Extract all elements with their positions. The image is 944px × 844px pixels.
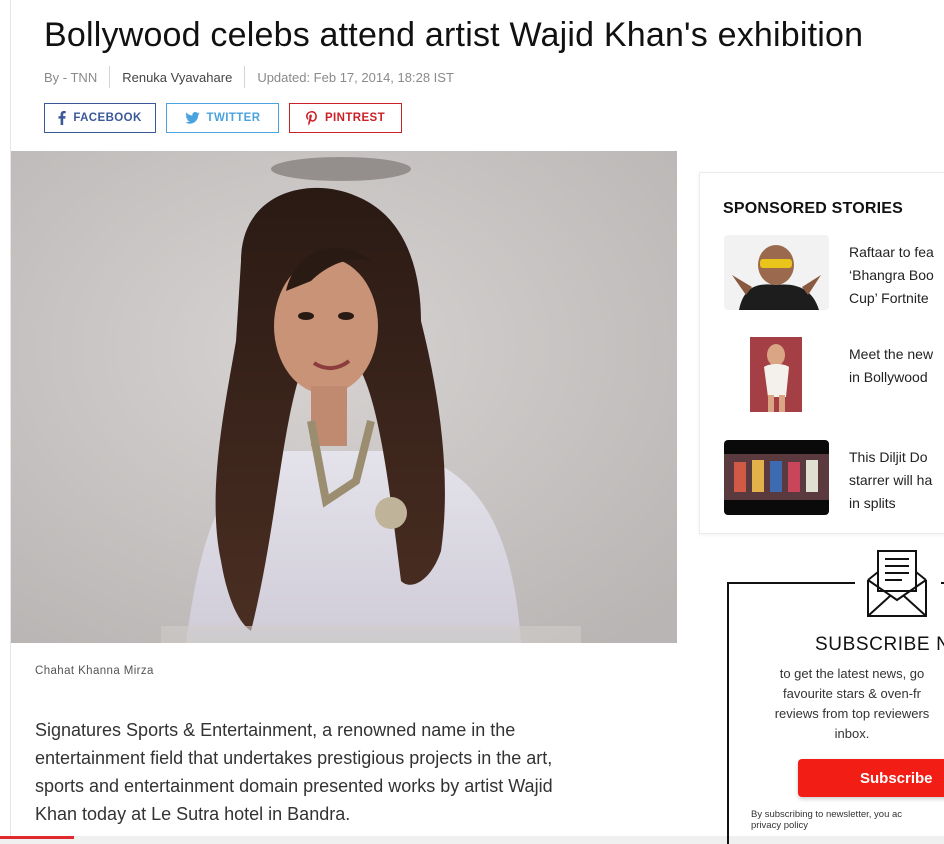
- pinterest-share-label: PINTREST: [324, 112, 386, 124]
- subscribe-button[interactable]: Subscribe: [798, 759, 944, 797]
- story-title-line: in Bollywood: [849, 369, 928, 385]
- story-title-line: Raftaar to fea: [849, 244, 934, 260]
- story-title[interactable]: Meet the new in Bollywood: [849, 343, 944, 389]
- body-line: Signatures Sports & Entertainment, a ren…: [35, 720, 516, 740]
- story-title-line: starrer will ha: [849, 472, 933, 488]
- article-meta: By - TNN Renuka Vyavahare Updated: Feb 1…: [44, 66, 454, 88]
- story-title-line: in splits: [849, 495, 896, 511]
- meta-divider: [109, 66, 111, 88]
- story-title-line: Cup’ Fortnite: [849, 290, 929, 306]
- article-hero-image: [11, 151, 677, 643]
- story-thumbnail[interactable]: [724, 337, 829, 412]
- updated-timestamp: Updated: Feb 17, 2014, 18:28 IST: [257, 69, 454, 85]
- facebook-icon: [58, 111, 67, 125]
- pinterest-share-button[interactable]: PINTREST: [289, 103, 402, 133]
- sponsored-stories-widget: SPONSORED STORIES Raftaar to fea ‘Bhangr…: [699, 172, 944, 534]
- article-body: Signatures Sports & Entertainment, a ren…: [35, 716, 655, 828]
- reading-progress-bar: [0, 836, 74, 839]
- privacy-policy-link[interactable]: privacy policy: [751, 820, 944, 831]
- newsletter-description: to get the latest news, go favourite sta…: [752, 664, 944, 744]
- twitter-share-button[interactable]: TWITTER: [166, 103, 279, 133]
- newsletter-desc-line: favourite stars & oven-fr: [783, 686, 921, 701]
- story-thumbnail[interactable]: [724, 440, 829, 515]
- facebook-share-button[interactable]: FACEBOOK: [44, 103, 156, 133]
- story-title-line: Meet the new: [849, 346, 934, 362]
- newsletter-desc-line: inbox.: [834, 726, 870, 741]
- body-line: sports and entertainment domain presente…: [35, 776, 553, 796]
- newsletter-title: SUBSCRIBE N: [815, 634, 944, 655]
- story-title-line: This Diljit Do: [849, 449, 928, 465]
- sponsored-heading: SPONSORED STORIES: [723, 200, 904, 217]
- fine-print-line: By subscribing to newsletter, you ac: [751, 809, 903, 820]
- image-caption: Chahat Khanna Mirza: [35, 665, 154, 677]
- story-title[interactable]: Raftaar to fea ‘Bhangra Boo Cup’ Fortnit…: [849, 241, 944, 310]
- portrait-photo: [11, 151, 677, 643]
- facebook-share-label: FACEBOOK: [73, 112, 142, 124]
- pinterest-icon: [305, 110, 317, 126]
- story-title-line: ‘Bhangra Boo: [849, 267, 934, 283]
- story-title[interactable]: This Diljit Do starrer will ha in splits: [849, 446, 944, 515]
- twitter-icon: [184, 112, 200, 124]
- envelope-icon: [866, 550, 928, 623]
- article-headline: Bollywood celebs attend artist Wajid Kha…: [44, 16, 864, 54]
- newsletter-desc-line: to get the latest news, go: [779, 666, 925, 681]
- twitter-share-label: TWITTER: [206, 112, 261, 124]
- newsletter-desc-line: reviews from top reviewers: [774, 706, 930, 721]
- body-line: Khan today at Le Sutra hotel in Bandra.: [35, 804, 351, 824]
- body-line: entertainment field that undertakes pres…: [35, 748, 553, 768]
- byline: By - TNN: [44, 69, 98, 85]
- author-link[interactable]: Renuka Vyavahare: [122, 70, 232, 85]
- meta-divider: [244, 66, 246, 88]
- newsletter-fine-print: By subscribing to newsletter, you ac pri…: [751, 809, 944, 831]
- story-thumbnail[interactable]: [724, 235, 829, 310]
